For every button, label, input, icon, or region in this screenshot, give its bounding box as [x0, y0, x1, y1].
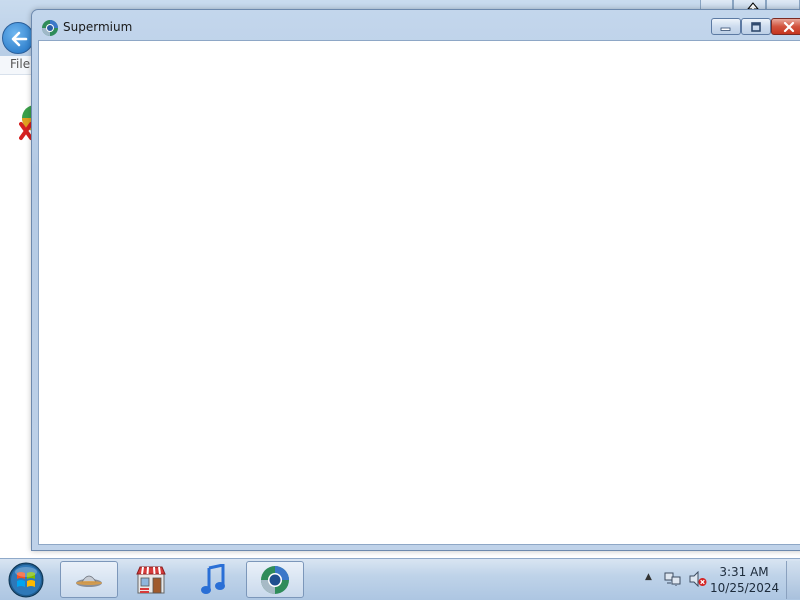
store-icon	[136, 566, 166, 593]
back-arrow-icon[interactable]	[2, 22, 34, 54]
window-title: Supermium	[63, 20, 133, 34]
clock[interactable]: 3:31 AM 10/25/2024	[710, 564, 780, 596]
clock-date: 10/25/2024	[710, 581, 780, 595]
network-icon[interactable]	[664, 571, 682, 591]
maximize-button[interactable]	[741, 18, 771, 35]
minimize-button[interactable]	[711, 18, 741, 35]
close-icon	[783, 21, 795, 32]
show-hidden-icons-icon[interactable]: ▲	[645, 572, 652, 582]
show-desktop-button[interactable]	[786, 561, 800, 599]
taskbar: ▲ 3:31 AM 10/25/2024	[0, 558, 800, 600]
menu-file[interactable]: File	[10, 57, 30, 71]
window-content-area[interactable]	[38, 40, 800, 545]
taskbar-itunes[interactable]	[184, 561, 242, 598]
windows-start-orb[interactable]	[6, 561, 46, 599]
supermium-window[interactable]: Supermium	[31, 9, 800, 551]
ufo-app-icon	[76, 575, 102, 587]
supermium-logo-icon	[41, 19, 59, 37]
supermium-logo-icon	[261, 565, 289, 594]
taskbar-ufo-app[interactable]	[60, 561, 118, 598]
minimize-icon	[720, 27, 731, 31]
maximize-icon	[751, 21, 761, 32]
taskbar-store[interactable]	[122, 561, 180, 598]
volume-muted-icon[interactable]	[689, 570, 707, 591]
taskbar-supermium[interactable]	[246, 561, 304, 598]
itunes-music-icon	[201, 563, 225, 594]
clock-time: 3:31 AM	[719, 565, 769, 579]
system-tray: ▲ 3:31 AM 10/25/2024	[640, 559, 800, 600]
desktop: File Supermium ▲ 3:31 AM 10/25/2024	[0, 0, 800, 600]
close-button[interactable]	[771, 18, 800, 35]
